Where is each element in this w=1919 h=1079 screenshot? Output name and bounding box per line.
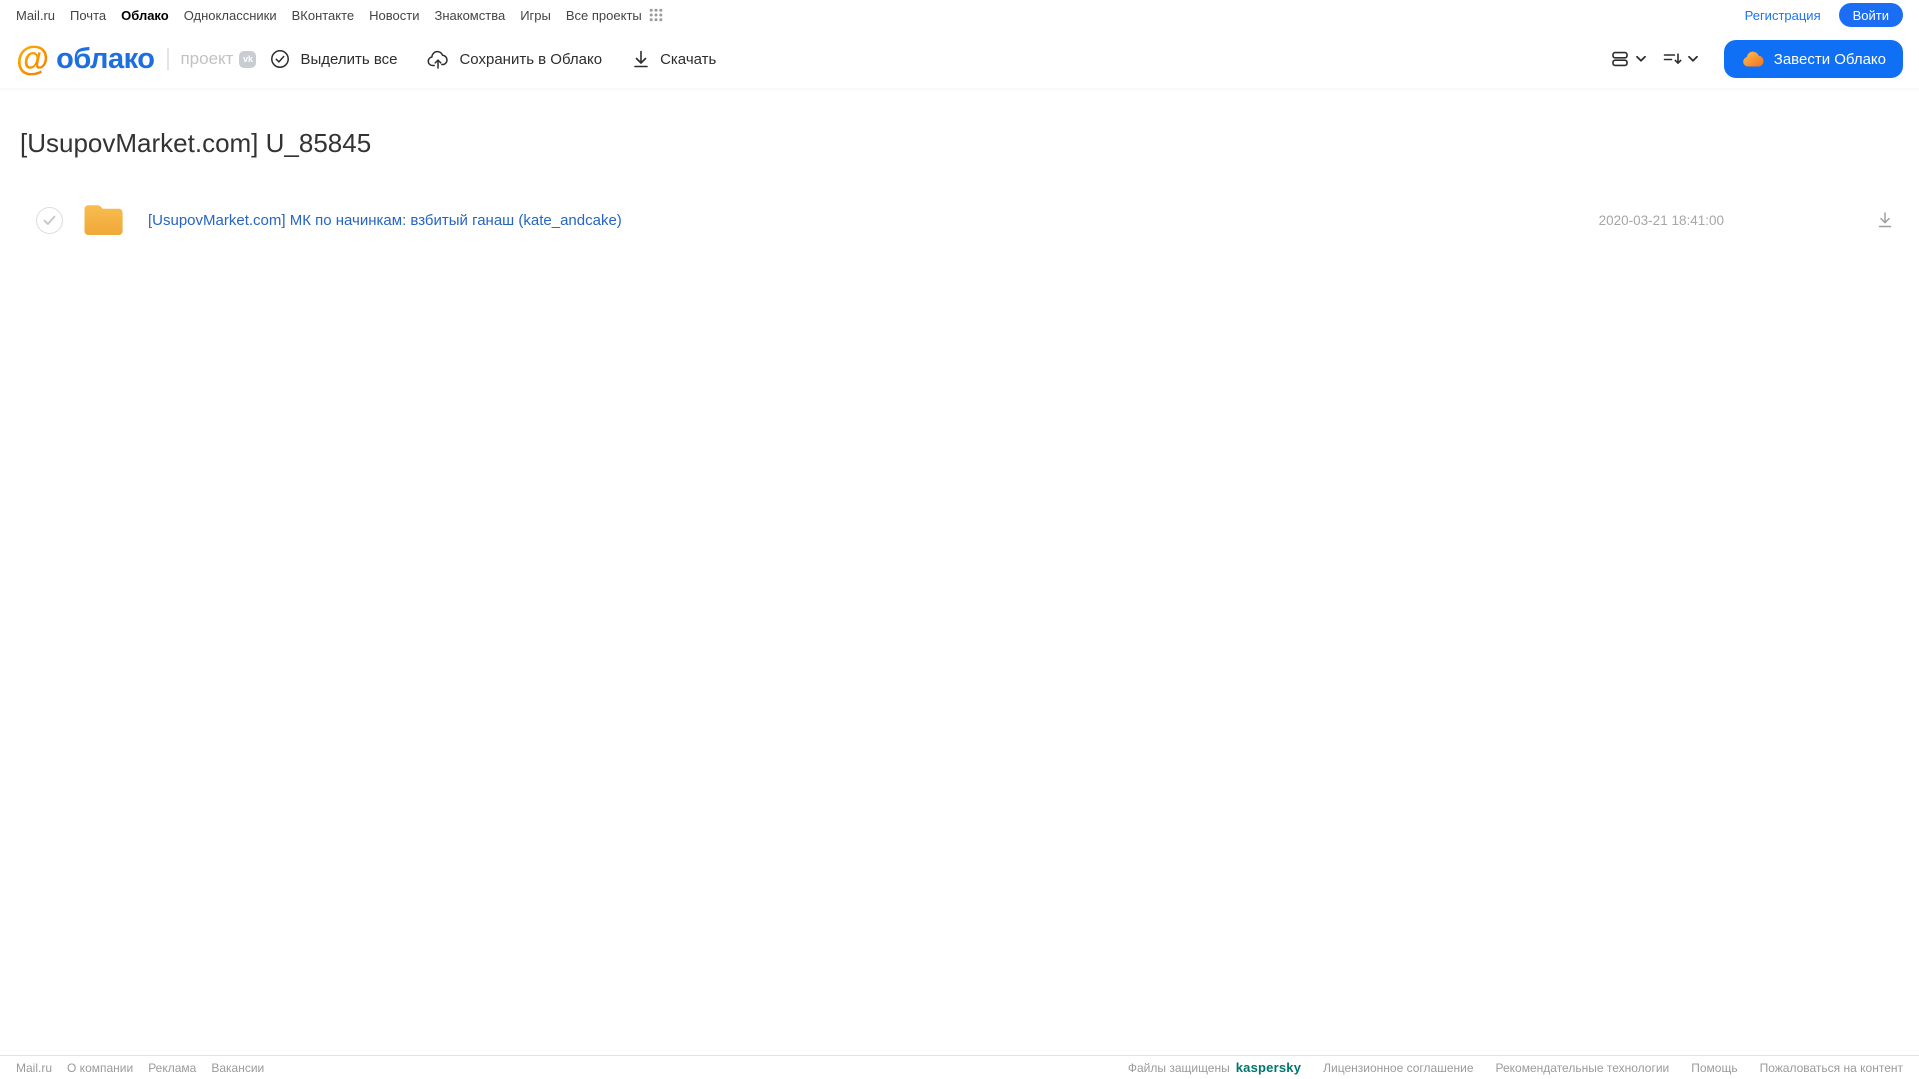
view-toggle-control[interactable]: [1610, 49, 1647, 69]
logo-divider: [167, 48, 170, 70]
check-circle-icon: [270, 49, 290, 69]
registration-link[interactable]: Регистрация: [1745, 8, 1821, 23]
vk-badge-icon: vk: [239, 50, 257, 68]
portal-nav-link[interactable]: Mail.ru: [16, 8, 55, 23]
portal-nav-link[interactable]: ВКонтакте: [292, 8, 355, 23]
folder-icon: [83, 203, 124, 237]
login-button[interactable]: Войти: [1838, 3, 1903, 27]
row-checkbox[interactable]: [36, 206, 63, 234]
select-all-button[interactable]: Выделить все: [270, 49, 397, 69]
auth-area: Регистрация Войти: [1745, 3, 1903, 27]
apps-grid-icon[interactable]: [649, 8, 663, 22]
file-link[interactable]: [UsupovMarket.com] МК по начинкам: взбит…: [148, 212, 622, 229]
portal-nav-link[interactable]: Одноклассники: [184, 8, 277, 23]
save-to-cloud-label: Сохранить в Облако: [459, 50, 603, 68]
row-download-icon[interactable]: [1876, 211, 1894, 229]
footer-legal-links: Лицензионное соглашение Рекомендательные…: [1323, 1061, 1903, 1075]
download-label: Скачать: [660, 50, 717, 68]
kaspersky-logo[interactable]: kaspersky: [1236, 1060, 1301, 1075]
portal-nav-link[interactable]: Знакомства: [434, 8, 505, 23]
chevron-down-icon: [1635, 55, 1647, 63]
file-list: [UsupovMarket.com] МК по начинкам: взбит…: [0, 197, 1919, 243]
portal-nav-links: Mail.ru Почта Облако Одноклассники ВКонт…: [16, 8, 642, 23]
view-toggle-icon: [1610, 49, 1630, 69]
save-to-cloud-button[interactable]: Сохранить в Облако: [427, 49, 602, 70]
portal-nav-link[interactable]: Облако: [121, 8, 169, 23]
file-row[interactable]: [UsupovMarket.com] МК по начинкам: взбит…: [0, 197, 1919, 243]
portal-nav-link[interactable]: Почта: [70, 8, 106, 23]
footer-link[interactable]: Вакансии: [211, 1061, 264, 1075]
footer-link[interactable]: Рекомендательные технологии: [1496, 1061, 1670, 1075]
header-controls: Завести Облако: [1610, 40, 1903, 78]
logo-text: облако: [56, 42, 155, 75]
footer-link[interactable]: Лицензионное соглашение: [1323, 1061, 1473, 1075]
row-check-icon: [43, 215, 56, 225]
portal-nav-link[interactable]: Новости: [369, 8, 419, 23]
download-icon: [632, 49, 650, 69]
page-title: [UsupovMarket.com] U_85845: [20, 128, 372, 158]
protected-label: Файлы защищены: [1127, 1060, 1230, 1075]
sort-icon: [1662, 50, 1682, 68]
file-date: 2020-03-21 18:41:00: [1598, 212, 1724, 228]
create-cloud-button[interactable]: Завести Облако: [1723, 40, 1903, 78]
footer-link[interactable]: О компании: [67, 1061, 133, 1075]
footer-link[interactable]: Пожаловаться на контент: [1760, 1061, 1903, 1075]
create-cloud-label: Завести Облако: [1773, 50, 1886, 68]
sort-control[interactable]: [1662, 50, 1699, 68]
footer-right-links: Файлы защищены kaspersky Лицензионное со…: [1128, 1060, 1903, 1075]
save-to-cloud-icon: [427, 49, 449, 70]
footer-link[interactable]: Mail.ru: [16, 1061, 52, 1075]
mailru-at-icon: @: [16, 40, 50, 78]
portal-nav-link[interactable]: Игры: [520, 8, 551, 23]
select-all-label: Выделить все: [300, 50, 398, 68]
portal-nav-link[interactable]: Все проекты: [566, 8, 642, 23]
cloud-logo[interactable]: @ облако проект vk: [16, 40, 257, 78]
download-button[interactable]: Скачать: [632, 49, 716, 69]
kaspersky-protection: Файлы защищены kaspersky: [1128, 1060, 1301, 1075]
file-toolbar: Выделить все Сохранить в Облако Скачать: [270, 49, 716, 70]
portal-nav: Mail.ru Почта Облако Одноклассники ВКонт…: [0, 0, 1919, 30]
logo-project-label: проект: [180, 49, 234, 68]
cloud-header: @ облако проект vk Выделить все Сохранит…: [0, 30, 1919, 88]
page-footer: Mail.ru О компании Реклама Вакансии Файл…: [0, 1055, 1919, 1079]
chevron-down-icon: [1687, 55, 1699, 63]
public-folder-content: [UsupovMarket.com] U_85845 [UsupovMarket…: [0, 88, 1919, 1055]
footer-link[interactable]: Помощь: [1691, 1061, 1737, 1075]
cloud-icon: [1741, 50, 1765, 68]
footer-link[interactable]: Реклама: [148, 1061, 196, 1075]
footer-left-links: Mail.ru О компании Реклама Вакансии: [16, 1061, 264, 1075]
